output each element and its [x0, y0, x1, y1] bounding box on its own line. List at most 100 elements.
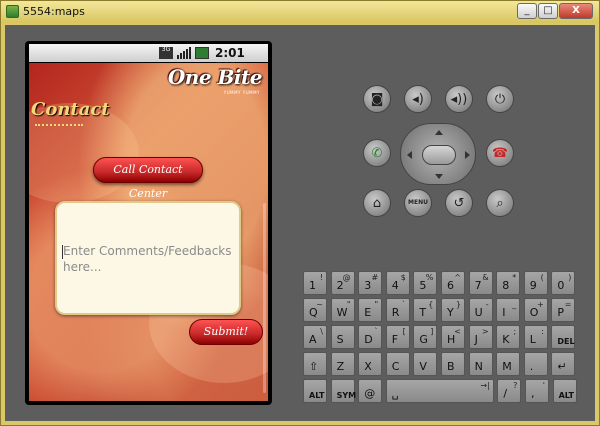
key-row1-8[interactable]: 9( [523, 271, 548, 295]
key-label: I [502, 306, 506, 319]
power-button[interactable]: ⏻ [486, 85, 514, 113]
key-row2-6[interactable]: U- [468, 298, 493, 322]
key-label: W [336, 306, 348, 319]
key-label: V [419, 360, 427, 373]
key-row2-5[interactable]: Y} [441, 298, 465, 322]
key-alt-label: ] [430, 327, 434, 336]
key-label: A [309, 333, 317, 346]
key-label: N [474, 360, 483, 373]
close-button[interactable]: X [559, 3, 593, 19]
key-row1-0[interactable]: 1! [303, 271, 327, 295]
key-row1-7[interactable]: 8 * [496, 271, 521, 295]
key-row2-7[interactable]: I _ [496, 298, 521, 322]
title-bar: 5554:maps _ □ X [1, 1, 599, 23]
key-row4-3[interactable]: C [385, 352, 410, 376]
key-row1-6[interactable]: 7 & [468, 271, 493, 295]
camera-button[interactable]: ◙ [363, 85, 391, 113]
key-row1-4[interactable]: 5% [413, 271, 438, 295]
key-row5-0[interactable]: ALT [303, 379, 327, 403]
key-row2-0[interactable]: Q ~ [303, 298, 327, 322]
key-label: SYM [336, 391, 357, 400]
key-row3-9[interactable]: DEL [551, 325, 576, 349]
key-row2-2[interactable]: E " [358, 298, 383, 322]
key-row3-5[interactable]: H < [441, 325, 465, 349]
key-row3-3[interactable]: F[ [385, 325, 410, 349]
key-row4-5[interactable]: B [441, 352, 465, 376]
key-row4-0[interactable]: ⇧ [303, 352, 327, 376]
key-row5-6[interactable]: ALT [552, 379, 577, 403]
volume-up-button[interactable]: ◂)) [445, 85, 473, 113]
key-alt-label: = [564, 300, 572, 309]
key-row4-6[interactable]: N [468, 352, 493, 376]
key-row5-4[interactable]: /? [497, 379, 522, 403]
key-row4-4[interactable]: V [413, 352, 438, 376]
home-button[interactable]: ⌂ [363, 189, 391, 217]
key-alt-label: * [512, 273, 517, 282]
key-label: ⇧ [309, 360, 319, 373]
key-row5-5[interactable]: , ' [525, 379, 549, 403]
key-row3-6[interactable]: J > [468, 325, 493, 349]
key-alt-label: ^ [454, 273, 461, 282]
key-row4-2[interactable]: X [358, 352, 383, 376]
key-alt-label: _ [512, 300, 517, 309]
dpad-down-icon[interactable] [435, 174, 443, 179]
scrollbar[interactable] [263, 203, 266, 393]
maximize-button[interactable]: □ [538, 3, 558, 19]
key-row5-3[interactable]: ␣ →| [385, 379, 494, 403]
key-row1-9[interactable]: 0) [551, 271, 576, 295]
key-alt-label: ' [542, 381, 545, 390]
key-alt-label: \ [320, 327, 323, 336]
battery-icon [195, 47, 209, 59]
key-row2-4[interactable]: T{ [413, 298, 438, 322]
key-label: R [391, 306, 400, 319]
key-alt-label: { [428, 300, 434, 309]
end-call-button[interactable]: ☎ [486, 139, 514, 167]
key-row5-1[interactable]: SYM [330, 379, 357, 403]
emulator-body: 3G 2:01 PM One Bite YUMMY YUMMY Contact … [5, 25, 595, 421]
back-button[interactable]: ↺ [445, 189, 473, 217]
key-row2-1[interactable]: W " [330, 298, 355, 322]
key-row2-8[interactable]: O + [523, 298, 548, 322]
key-row2-3[interactable]: R ` [385, 298, 410, 322]
key-alt-label: [ [402, 327, 406, 336]
dpad-center-button[interactable] [422, 145, 456, 165]
key-row1-2[interactable]: 3 # [358, 271, 383, 295]
key-label: Y [447, 306, 454, 319]
key-row2-9[interactable]: P = [551, 298, 576, 322]
menu-button[interactable]: MENU [404, 189, 432, 217]
key-row3-4[interactable]: G] [413, 325, 438, 349]
comments-input[interactable]: Enter Comments/Feedbacks here... [55, 201, 241, 315]
key-row1-5[interactable]: 6 ^ [441, 271, 465, 295]
call-button[interactable]: ✆ [363, 139, 391, 167]
camera-icon: ◙ [370, 91, 384, 107]
key-row5-2[interactable]: @ [358, 379, 383, 403]
dpad-left-icon[interactable] [407, 151, 412, 159]
key-row3-0[interactable]: A \ [303, 325, 327, 349]
key-row1-1[interactable]: 2 @ [330, 271, 355, 295]
window-title: 5554:maps [23, 5, 85, 18]
key-row1-3[interactable]: 4 $ [385, 271, 410, 295]
key-row3-2[interactable]: D ` [358, 325, 383, 349]
key-row3-7[interactable]: K; [496, 325, 521, 349]
call-contact-center-button[interactable]: Call Contact Center [93, 157, 203, 200]
key-row3-8[interactable]: L: [523, 325, 548, 349]
key-label: P [557, 306, 565, 319]
key-row3-1[interactable]: S [330, 325, 355, 349]
key-label: T [419, 306, 427, 319]
home-icon: ⌂ [372, 195, 382, 211]
dpad[interactable] [400, 123, 476, 185]
key-label: 9 [529, 279, 537, 292]
minimize-button[interactable]: _ [517, 3, 537, 19]
key-row4-8[interactable]: . [523, 352, 548, 376]
key-alt-label: & [482, 273, 489, 282]
key-row4-9[interactable]: ↵ [551, 352, 576, 376]
key-row4-1[interactable]: Z [330, 352, 355, 376]
search-button[interactable]: ⌕ [486, 189, 514, 217]
submit-button[interactable]: Submit! [189, 319, 263, 345]
key-label: 1 [309, 279, 316, 292]
dpad-up-icon[interactable] [435, 130, 443, 135]
volume-down-button[interactable]: ◂) [404, 85, 432, 113]
dpad-right-icon[interactable] [465, 151, 470, 159]
key-row4-7[interactable]: M [496, 352, 521, 376]
key-label: 0 [557, 279, 565, 292]
